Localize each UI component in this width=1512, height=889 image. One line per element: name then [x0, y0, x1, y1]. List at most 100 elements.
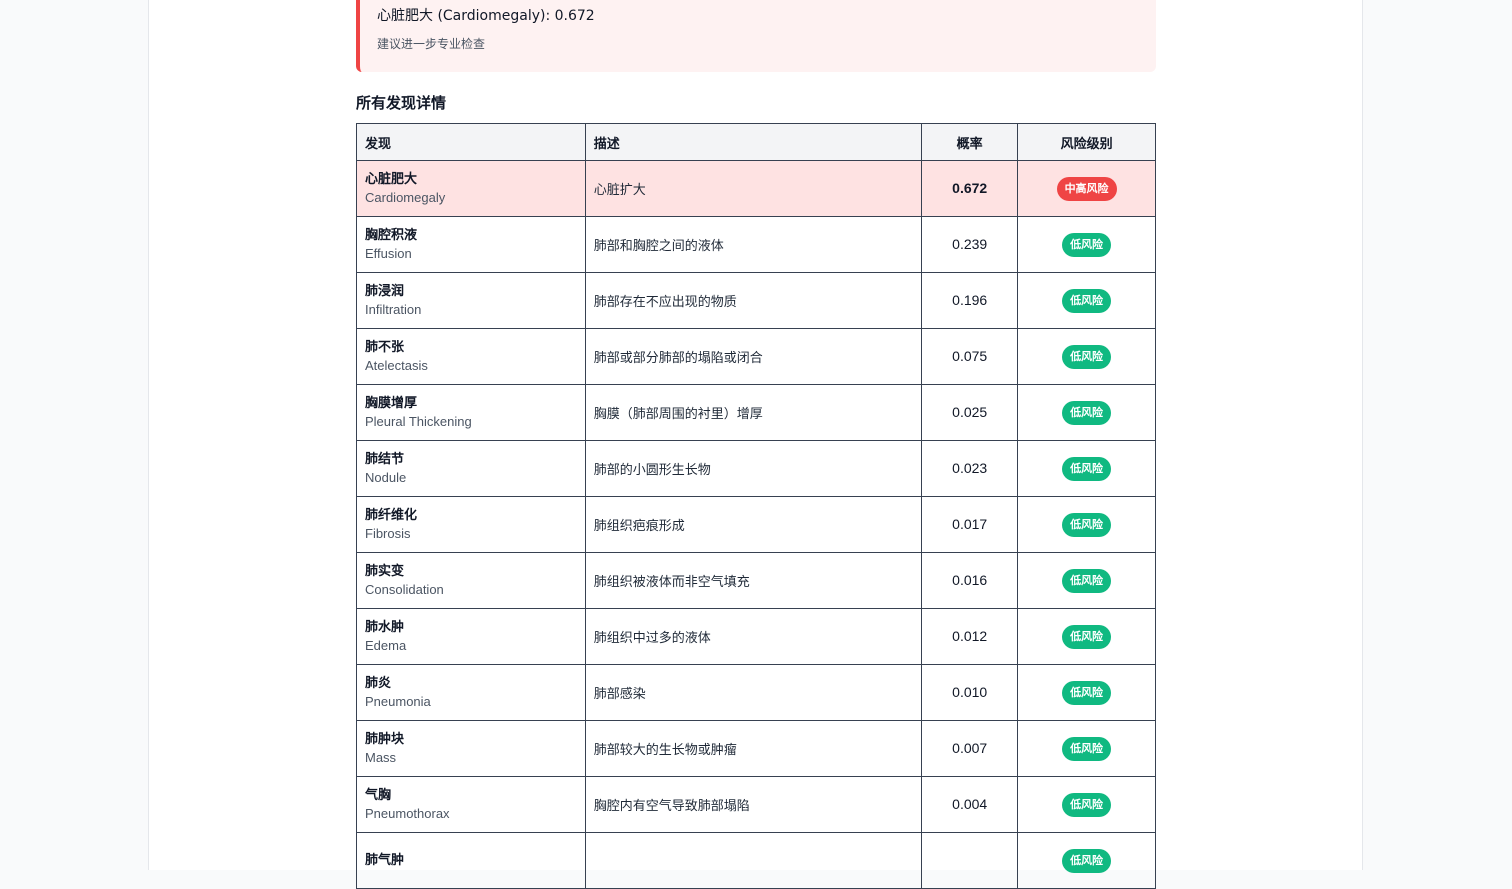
probability-cell [921, 832, 1019, 889]
probability-value: 0.010 [952, 684, 988, 700]
description-cell: 胸膜（肺部周围的衬里）增厚 [584, 384, 923, 441]
risk-badge: 低风险 [1062, 680, 1112, 705]
risk-badge: 低风险 [1062, 568, 1112, 593]
finding-name-en: Fibrosis [365, 525, 411, 541]
finding-name-en: Edema [365, 637, 407, 653]
risk-badge: 低风险 [1062, 400, 1112, 425]
finding-name-zh: 肺实变 [365, 563, 405, 579]
finding-cell: 肺水肿 Edema [356, 608, 586, 665]
header-description: 描述 [584, 123, 923, 161]
description-cell: 胸腔内有空气导致肺部塌陷 [584, 776, 923, 833]
risk-badge: 中高风险 [1056, 176, 1117, 201]
risk-badge: 低风险 [1062, 512, 1112, 537]
table-row: 肺水肿 Edema 肺组织中过多的液体 0.012 低风险 [356, 608, 1156, 665]
finding-name-en: Mass [365, 749, 397, 765]
probability-value: 0.023 [952, 460, 988, 476]
risk-cell: 低风险 [1017, 272, 1156, 329]
probability-cell: 0.007 [921, 720, 1019, 777]
finding-name-zh: 肺不张 [365, 339, 405, 355]
finding-name-zh: 肺肿块 [365, 731, 405, 747]
description-cell: 肺部较大的生长物或肿瘤 [584, 720, 923, 777]
risk-alert: 心脏肥大 (Cardiomegaly): 0.672 建议进一步专业检查 [356, 0, 1156, 72]
risk-cell: 低风险 [1017, 496, 1156, 553]
finding-name-en: Cardiomegaly [365, 189, 446, 205]
probability-value: 0.007 [952, 740, 988, 756]
table-row: 气胸 Pneumothorax 胸腔内有空气导致肺部塌陷 0.004 低风险 [356, 776, 1156, 833]
table-row: 胸膜增厚 Pleural Thickening 胸膜（肺部周围的衬里）增厚 0.025… [356, 384, 1156, 441]
finding-name-zh: 肺气肿 [365, 852, 405, 868]
finding-name-en: Pneumonia [365, 693, 431, 709]
finding-cell: 肺不张 Atelectasis [356, 328, 586, 385]
table-row: 肺肿块 Mass 肺部较大的生长物或肿瘤 0.007 低风险 [356, 720, 1156, 777]
description-cell: 肺部或部分肺部的塌陷或闭合 [584, 328, 923, 385]
probability-value: 0.196 [952, 292, 988, 308]
finding-cell: 肺实变 Consolidation [356, 552, 586, 609]
finding-name-en: Infiltration [365, 301, 422, 317]
probability-value: 0.239 [952, 236, 988, 252]
header-risk-level: 风险级别 [1017, 123, 1156, 161]
probability-cell: 0.017 [921, 496, 1019, 553]
table-row: 心脏肥大 Cardiomegaly 心脏扩大 0.672 中高风险 [356, 160, 1156, 217]
risk-cell: 低风险 [1017, 216, 1156, 273]
table-row: 肺炎 Pneumonia 肺部感染 0.010 低风险 [356, 664, 1156, 721]
probability-value: 0.672 [952, 180, 988, 196]
risk-badge: 低风险 [1062, 232, 1112, 257]
probability-cell: 0.239 [921, 216, 1019, 273]
probability-cell: 0.010 [921, 664, 1019, 721]
finding-cell: 胸腔积液 Effusion [356, 216, 586, 273]
risk-cell: 低风险 [1017, 328, 1156, 385]
finding-name-en: Nodule [365, 469, 407, 485]
finding-name-en: Atelectasis [365, 357, 428, 373]
probability-cell: 0.075 [921, 328, 1019, 385]
description-cell: 肺部和胸腔之间的液体 [584, 216, 923, 273]
finding-name-zh: 肺浸润 [365, 283, 405, 299]
finding-name-en: Pneumothorax [365, 805, 450, 821]
risk-cell: 低风险 [1017, 440, 1156, 497]
description-cell: 肺组织疤痕形成 [584, 496, 923, 553]
description-cell: 肺组织被液体而非空气填充 [584, 552, 923, 609]
finding-cell: 肺肿块 Mass [356, 720, 586, 777]
risk-cell: 低风险 [1017, 664, 1156, 721]
probability-value: 0.025 [952, 404, 988, 420]
risk-badge: 低风险 [1062, 288, 1112, 313]
finding-name-zh: 气胸 [365, 787, 392, 803]
description-cell: 肺部存在不应出现的物质 [584, 272, 923, 329]
risk-badge: 低风险 [1062, 792, 1112, 817]
description-cell: 肺部的小圆形生长物 [584, 440, 923, 497]
finding-name-zh: 胸膜增厚 [365, 395, 418, 411]
probability-cell: 0.023 [921, 440, 1019, 497]
probability-cell: 0.012 [921, 608, 1019, 665]
probability-cell: 0.025 [921, 384, 1019, 441]
report-content: 心脏肥大 (Cardiomegaly): 0.672 建议进一步专业检查 所有发… [356, 0, 1156, 889]
description-cell: 肺部感染 [584, 664, 923, 721]
section-title: 所有发现详情 [356, 94, 447, 112]
table-row: 肺结节 Nodule 肺部的小圆形生长物 0.023 低风险 [356, 440, 1156, 497]
finding-name-zh: 肺水肿 [365, 619, 405, 635]
probability-cell: 0.004 [921, 776, 1019, 833]
probability-value: 0.017 [952, 516, 988, 532]
risk-cell: 低风险 [1017, 776, 1156, 833]
finding-cell: 肺气肿 [356, 832, 586, 889]
finding-name-zh: 肺炎 [365, 675, 392, 691]
probability-cell: 0.196 [921, 272, 1019, 329]
finding-name-zh: 肺结节 [365, 451, 405, 467]
finding-cell: 肺浸润 Infiltration [356, 272, 586, 329]
findings-table: 发现 描述 概率 风险级别 心脏肥大 Cardiomegaly 心脏扩大 0.672 中… [356, 123, 1156, 889]
finding-cell: 胸膜增厚 Pleural Thickening [356, 384, 586, 441]
finding-cell: 肺纤维化 Fibrosis [356, 496, 586, 553]
description-cell: 肺组织中过多的液体 [584, 608, 923, 665]
risk-badge: 低风险 [1062, 344, 1112, 369]
probability-value: 0.012 [952, 628, 988, 644]
header-finding: 发现 [356, 123, 586, 161]
risk-badge: 低风险 [1062, 456, 1112, 481]
report-page: 心脏肥大 (Cardiomegaly): 0.672 建议进一步专业检查 所有发… [148, 0, 1363, 889]
finding-cell: 心脏肥大 Cardiomegaly [356, 160, 586, 217]
finding-name-en: Effusion [365, 245, 412, 261]
table-row: 肺气肿 低风险 [356, 832, 1156, 889]
alert-title: 心脏肥大 (Cardiomegaly): 0.672 [377, 8, 595, 24]
risk-cell: 低风险 [1017, 552, 1156, 609]
risk-cell: 中高风险 [1017, 160, 1156, 217]
table-row: 肺实变 Consolidation 肺组织被液体而非空气填充 0.016 低风险 [356, 552, 1156, 609]
probability-cell: 0.672 [921, 160, 1019, 217]
risk-cell: 低风险 [1017, 720, 1156, 777]
